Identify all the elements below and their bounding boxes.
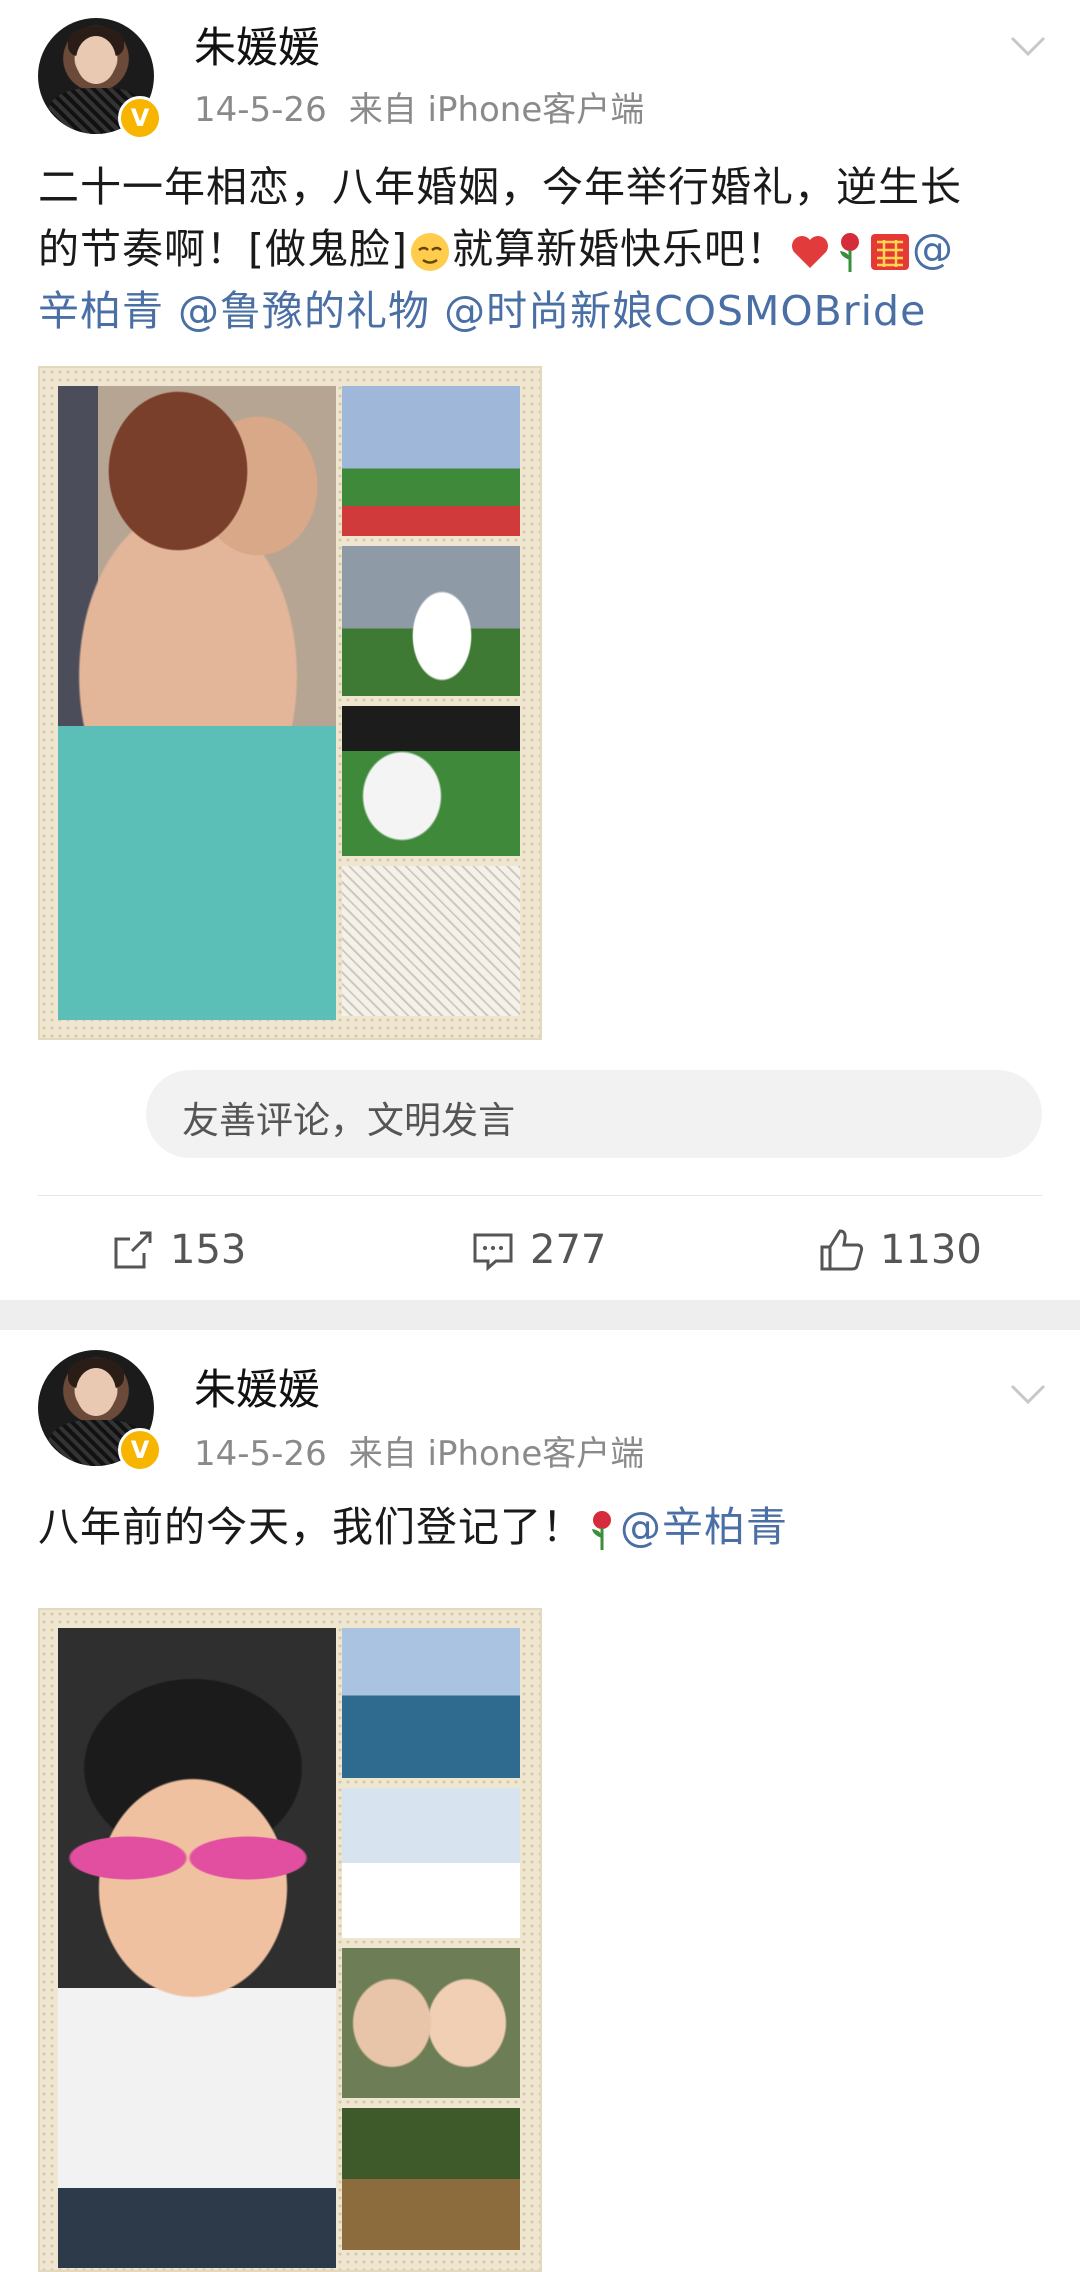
photo-thumb[interactable]: [342, 386, 520, 536]
photo-thumb[interactable]: [342, 546, 520, 696]
verified-badge-icon: V: [118, 1428, 162, 1472]
repost-count: 153: [170, 1227, 247, 1273]
text-segment: 八年前的今天，我们登记了！: [38, 1503, 584, 1551]
double-happiness-emoji-icon: [871, 234, 909, 270]
photo-collage[interactable]: [38, 366, 542, 1040]
comment-placeholder: 友善评论，文明发言: [182, 1099, 515, 1142]
weibo-post-2: V 朱媛媛 14-5-26 来自 iPhone客户端 八年前的今天，我们登记了！ @…: [0, 1330, 1080, 2272]
mention-link[interactable]: 辛柏青: [38, 287, 164, 335]
smirk-emoji-icon: [411, 233, 449, 271]
repost-button[interactable]: 153: [110, 1222, 246, 1278]
repost-icon: [114, 1231, 152, 1269]
comment-button[interactable]: 277: [470, 1222, 606, 1278]
rose-emoji-icon: [840, 233, 859, 272]
like-count: 1130: [880, 1227, 982, 1273]
author-name[interactable]: 朱媛媛: [194, 1356, 320, 1417]
photo-thumb[interactable]: [342, 1788, 520, 1938]
post-separator: [0, 1300, 1080, 1330]
photo-thumb[interactable]: [342, 2108, 520, 2250]
chevron-down-icon[interactable]: [1008, 26, 1048, 66]
photo-thumb[interactable]: [342, 1628, 520, 1778]
mention-link[interactable]: @鲁豫的礼物: [178, 287, 430, 335]
comment-icon: [473, 1233, 513, 1272]
author-name[interactable]: 朱媛媛: [194, 14, 320, 75]
post-meta: 14-5-26 来自 iPhone客户端: [194, 1426, 666, 1475]
verified-badge-icon: V: [118, 96, 162, 140]
photo-collage[interactable]: [38, 1608, 542, 2272]
photo-thumb[interactable]: [342, 1948, 520, 2098]
photo-thumb[interactable]: [342, 866, 520, 1016]
photo-main[interactable]: [58, 386, 336, 1020]
rose-emoji-icon: [592, 1511, 611, 1550]
comment-count: 277: [530, 1227, 607, 1273]
post-text: 八年前的今天，我们登记了！ @辛柏青: [38, 1496, 1056, 1558]
divider: [38, 1195, 1042, 1196]
mention-at[interactable]: @: [912, 225, 954, 273]
like-button[interactable]: 1130: [818, 1222, 982, 1278]
photo-main[interactable]: [58, 1628, 336, 2268]
post-date: 14-5-26: [194, 90, 327, 130]
like-icon: [820, 1229, 864, 1271]
heart-emoji-icon: [792, 236, 828, 268]
mention-link[interactable]: @时尚新娘COSMOBride: [444, 287, 926, 335]
post-meta: 14-5-26 来自 iPhone客户端: [194, 82, 666, 131]
mention-link[interactable]: @辛柏青: [620, 1503, 788, 1551]
text-segment: 的节奏啊！[做鬼脸]: [38, 225, 408, 273]
post-date: 14-5-26: [194, 1434, 327, 1474]
post-text: 二十一年相恋，八年婚姻，今年举行婚礼，逆生长 的节奏啊！[做鬼脸] 就算新婚快乐吧…: [38, 156, 1056, 342]
comment-input[interactable]: 友善评论，文明发言: [146, 1070, 1042, 1158]
post-text-line: 的节奏啊！[做鬼脸] 就算新婚快乐吧！ @: [38, 218, 1056, 280]
chevron-down-icon[interactable]: [1008, 1374, 1048, 1414]
text-segment: 就算新婚快乐吧！: [452, 225, 788, 273]
photo-thumb[interactable]: [342, 706, 520, 856]
post-source: 来自 iPhone客户端: [348, 90, 645, 130]
post-text-line: 二十一年相恋，八年婚姻，今年举行婚礼，逆生长: [38, 163, 962, 211]
post-text-line: 辛柏青 @鲁豫的礼物 @时尚新娘COSMOBride: [38, 280, 1056, 342]
post-source: 来自 iPhone客户端: [348, 1434, 645, 1474]
weibo-post-1: V 朱媛媛 14-5-26 来自 iPhone客户端 二十一年相恋，八年婚姻，今年…: [0, 0, 1080, 1300]
